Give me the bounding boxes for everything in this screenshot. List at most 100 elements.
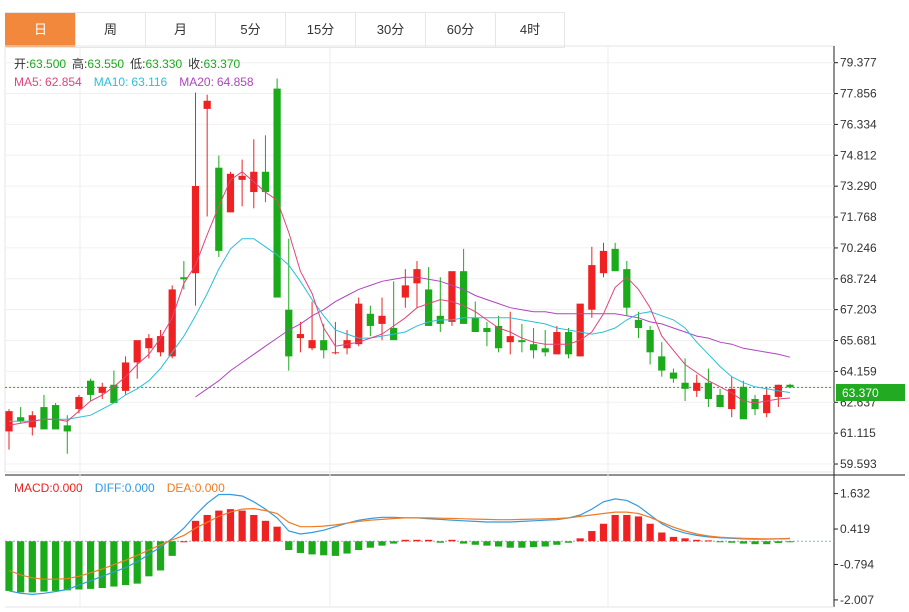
- macd-bar: [529, 541, 538, 548]
- macd-tick-label: -0.794: [840, 557, 874, 571]
- macd-tick-label: 1.632: [840, 487, 870, 501]
- macd-bar: [459, 541, 468, 544]
- candle-body: [191, 185, 200, 274]
- macd-bar: [611, 514, 619, 542]
- macd-bar: [576, 538, 584, 542]
- macd-bar: [518, 541, 526, 548]
- candle-body: [75, 396, 83, 410]
- macd-bar: [786, 541, 794, 543]
- candle-body: [786, 384, 794, 388]
- macd-bar: [378, 541, 386, 546]
- macd-bar: [285, 541, 293, 551]
- candle-body: [518, 340, 526, 343]
- macd-value: 0.000: [53, 481, 83, 495]
- candle-body: [623, 269, 631, 308]
- ohlc-legend: 开:63.500 高:63.550 低:63.330 收:63.370: [14, 56, 241, 71]
- macd-bar: [564, 541, 573, 543]
- candle-body: [669, 372, 678, 379]
- price-tick-label: 74.812: [840, 148, 877, 162]
- candle-body: [401, 285, 409, 298]
- macd-bar: [494, 541, 503, 547]
- macd-bar: [203, 514, 211, 542]
- candle-body: [693, 382, 701, 391]
- macd-tick-label: 0.419: [840, 522, 870, 536]
- candle-body: [331, 352, 340, 354]
- macd-bar: [366, 541, 374, 548]
- macd-bar: [52, 541, 60, 591]
- macd-bar: [541, 541, 549, 547]
- macd-bar: [17, 541, 25, 593]
- macd-bar: [180, 541, 188, 543]
- candle-body: [110, 384, 118, 404]
- price-tick-label: 79.377: [840, 56, 877, 70]
- price-axis: 79.377 77.856 76.334 74.812 73.290 71.768 70.2…: [834, 56, 877, 607]
- candle-body: [40, 407, 48, 430]
- macd-bar: [191, 520, 200, 542]
- price-tick-label: 65.681: [840, 334, 877, 348]
- candle-body: [553, 332, 561, 355]
- macd-bar: [425, 539, 433, 542]
- ma10-line: [9, 238, 791, 422]
- macd-bar: [588, 531, 596, 542]
- macd-bar: [401, 539, 409, 542]
- ma5-value: 62.854: [45, 75, 82, 89]
- candle-body: [763, 394, 771, 414]
- candle-body: [261, 171, 270, 193]
- macd-bar: [98, 541, 106, 589]
- macd-bar: [296, 541, 305, 553]
- macd-bar: [553, 541, 561, 545]
- candle-body: [285, 309, 293, 357]
- macd-bar: [751, 541, 759, 545]
- price-tick-label: 59.593: [840, 457, 877, 471]
- macd-bar: [599, 523, 608, 542]
- macd-bar: [436, 541, 444, 543]
- macd-bar: [343, 541, 351, 554]
- ma10-label: MA10:: [94, 75, 129, 89]
- macd-bar: [390, 541, 398, 544]
- candle-body: [366, 313, 374, 326]
- low-value: 63.330: [145, 57, 182, 71]
- ma20-label: MA20:: [179, 75, 214, 89]
- macd-bar: [40, 541, 48, 592]
- candle-body: [646, 330, 654, 353]
- ma10-value: 63.116: [131, 75, 167, 89]
- price-tick-label: 64.159: [840, 364, 877, 378]
- macd-bar: [739, 541, 747, 544]
- price-tick-label: 71.768: [840, 210, 877, 224]
- price-tick-label: 73.290: [840, 179, 877, 193]
- candle-body: [471, 317, 479, 333]
- macd-legend: MACD:0.000 DIFF:0.000 DEA:0.000: [14, 481, 225, 495]
- candle-body: [203, 100, 211, 109]
- candle-body: [611, 248, 619, 272]
- candle-body: [751, 398, 759, 410]
- candle-body: [739, 386, 747, 420]
- macd-bar: [145, 541, 153, 577]
- current-price-label: 63.370: [842, 386, 879, 400]
- candle-body: [459, 271, 468, 324]
- macd-bar: [5, 541, 13, 591]
- macd-bar: [646, 523, 654, 542]
- candle-body: [63, 425, 71, 432]
- candle-body: [17, 417, 25, 422]
- candle-body: [86, 380, 95, 395]
- close-value: 63.370: [203, 57, 240, 71]
- candle-body: [215, 167, 223, 251]
- macd-bar: [355, 541, 363, 551]
- price-chart[interactable]: 79.377 77.856 76.334 74.812 73.290 71.768 70.2…: [0, 0, 909, 612]
- macd-bar: [704, 540, 713, 542]
- open-value: 63.500: [29, 57, 66, 71]
- macd-bar: [471, 541, 479, 545]
- candle-body: [681, 382, 689, 389]
- candle-body: [658, 356, 666, 371]
- macd-bar: [226, 509, 235, 542]
- candle-body: [529, 344, 538, 351]
- macd-bar: [658, 532, 666, 542]
- candle-body: [483, 327, 491, 333]
- macd-bar: [681, 538, 689, 542]
- candle-body: [238, 175, 246, 180]
- candle-body: [308, 340, 316, 349]
- candle-body: [716, 394, 724, 408]
- candle-body: [320, 340, 328, 351]
- candle-body: [576, 303, 584, 357]
- macd-bar: [728, 541, 736, 543]
